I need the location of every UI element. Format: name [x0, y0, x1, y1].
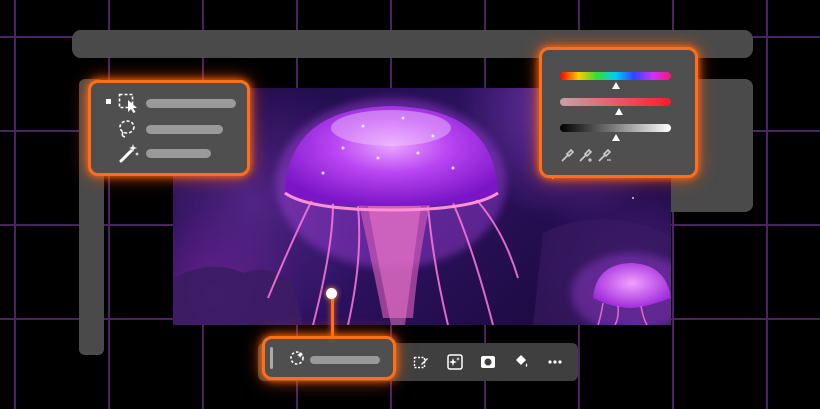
saturation-slider[interactable]	[560, 98, 671, 106]
active-tool-marker	[106, 99, 111, 104]
more-icon	[548, 360, 562, 364]
mask-button[interactable]	[471, 343, 505, 381]
eyedropper-icon[interactable]	[560, 148, 575, 168]
lightness-slider-thumb[interactable]	[612, 134, 620, 141]
saturation-slider-thumb[interactable]	[615, 108, 623, 115]
tool-label-placeholder	[146, 99, 236, 108]
object-selection-icon	[118, 93, 140, 113]
tool-row-object-selection[interactable]	[118, 93, 236, 113]
hue-slider-thumb[interactable]	[612, 82, 620, 89]
callout-connector-dot	[326, 288, 337, 299]
edit-selection-button[interactable]	[404, 343, 438, 381]
more-button[interactable]	[538, 343, 572, 381]
loading-icon	[289, 350, 305, 371]
color-adjustment-callout	[539, 47, 698, 178]
paint-bucket-icon	[516, 355, 528, 367]
tool-row-lasso[interactable]	[118, 119, 236, 139]
generative-fill-button[interactable]	[438, 343, 472, 381]
callout-connector-line	[331, 294, 334, 338]
eyedropper-minus-icon[interactable]	[597, 148, 613, 168]
tool-row-magic-wand[interactable]	[118, 143, 236, 163]
tool-label-placeholder	[146, 125, 223, 134]
tool-label-placeholder	[146, 149, 211, 158]
generative-fill-icon	[447, 354, 463, 370]
mask-icon	[481, 356, 495, 368]
selection-tools-callout	[88, 80, 250, 176]
eyedropper-plus-icon[interactable]	[578, 148, 594, 168]
lightness-slider[interactable]	[560, 124, 671, 132]
paint-bucket-button[interactable]	[504, 343, 538, 381]
generating-status-callout	[262, 336, 396, 380]
hue-slider[interactable]	[560, 72, 671, 80]
progress-bar	[310, 356, 380, 364]
lasso-icon	[118, 119, 140, 139]
magic-wand-icon	[118, 143, 140, 163]
edit-selection-icon	[413, 356, 428, 369]
taskbar-handle[interactable]	[270, 347, 273, 369]
